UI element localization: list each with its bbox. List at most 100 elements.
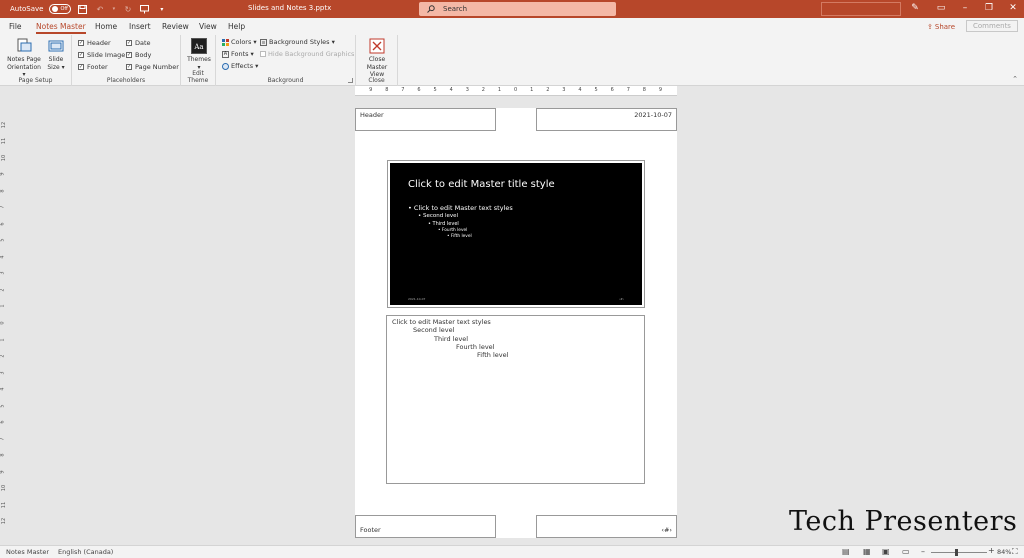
slide-size-button[interactable]: Slide Size ▾ <box>44 38 68 71</box>
reading-view-icon[interactable]: ▣ <box>882 547 890 556</box>
body-level-2: Second level <box>413 326 455 334</box>
ruler-tick-label: 7 <box>0 437 6 441</box>
undo-dropdown-icon[interactable]: ▾ <box>111 4 116 15</box>
group-label-placeholders: Placeholders <box>106 77 146 84</box>
title-bar: AutoSave Off ↶ ▾ ↻ ▾ Slides and Notes 3.… <box>0 0 1024 18</box>
slideshow-icon[interactable]: ▭ <box>902 547 910 556</box>
ruler-tick-label: 6 <box>0 420 6 424</box>
autosave-toggle[interactable]: Off <box>49 4 72 14</box>
dropdown-icon: ▾ <box>253 38 257 46</box>
slide-level-3: • Third level <box>428 221 459 227</box>
redo-icon[interactable]: ↻ <box>122 4 133 15</box>
search-box[interactable]: Search <box>419 2 616 16</box>
zoom-level[interactable]: 84% <box>997 548 1011 556</box>
themes-icon: Aa <box>191 38 207 54</box>
fonts-button[interactable]: A Fonts ▾ <box>222 50 254 58</box>
status-bar: Notes Master English (Canada) ▤ ▦ ▣ ▭ – … <box>0 545 1024 558</box>
ruler-tick-label: 11 <box>1 137 8 145</box>
ruler-tick-label: 2 <box>0 288 6 292</box>
ruler-tick-label: 3 <box>465 87 469 93</box>
tab-view[interactable]: View <box>199 22 217 31</box>
ruler-tick-label: 8 <box>642 87 646 93</box>
header-checkbox[interactable]: ✓ Header <box>78 39 111 47</box>
zoom-out-icon[interactable]: – <box>921 547 925 556</box>
tab-help[interactable]: Help <box>228 22 245 31</box>
ruler-tick-label: 7 <box>0 205 6 209</box>
body-checkbox[interactable]: ✓ Body <box>126 51 151 59</box>
ruler-tick-label: 12 <box>1 121 8 128</box>
slide-sorter-icon[interactable]: ▦ <box>863 547 871 556</box>
search-icon <box>427 5 435 13</box>
page-number-text: ‹#› <box>661 526 672 534</box>
hide-background-graphics-checkbox[interactable]: Hide Background Graphics <box>260 50 354 58</box>
body-level-4: Fourth level <box>456 343 495 351</box>
pen-icon[interactable]: ✎ <box>908 3 922 13</box>
tab-file[interactable]: File <box>9 22 22 31</box>
account-area[interactable] <box>821 2 901 16</box>
tab-notes-master[interactable]: Notes Master <box>36 22 86 34</box>
ruler-tick-label: 4 <box>449 87 453 93</box>
footer-text: Footer <box>360 526 381 534</box>
status-language[interactable]: English (Canada) <box>58 548 113 556</box>
colors-button[interactable]: Colors ▾ <box>222 38 257 46</box>
fonts-icon: A <box>222 50 229 58</box>
slide-image-checkbox[interactable]: ✓ Slide Image <box>78 51 125 59</box>
body-placeholder[interactable]: Click to edit Master text styles Second … <box>386 315 645 484</box>
dropdown-icon: ▾ <box>250 50 254 58</box>
close-master-view-button[interactable]: Close Master View <box>359 38 395 79</box>
themes-button[interactable]: Aa Themes ▾ <box>185 38 213 71</box>
background-dialog-launcher-icon[interactable] <box>348 78 353 83</box>
ruler-tick-label: 8 <box>385 87 389 93</box>
orientation-icon <box>17 38 32 52</box>
collapse-ribbon-icon[interactable]: ⌃ <box>1012 75 1018 83</box>
watermark: Tech Presenters <box>789 506 1018 537</box>
notes-page-orientation-button[interactable]: Notes Page Orientation ▾ <box>6 38 42 79</box>
tab-home[interactable]: Home <box>95 22 117 31</box>
tab-review[interactable]: Review <box>162 22 189 31</box>
customize-qat-icon[interactable]: ▾ <box>156 4 167 15</box>
zoom-in-icon[interactable]: + <box>988 546 995 555</box>
minimize-icon[interactable]: – <box>958 3 972 13</box>
group-background: Colors ▾ A Fonts ▾ Effects ▾ Background Sty… <box>216 35 356 86</box>
body-level-1: Click to edit Master text styles <box>392 318 491 326</box>
zoom-slider[interactable] <box>931 552 987 553</box>
ribbon-display-options-icon[interactable]: ▭ <box>934 3 948 13</box>
ruler-tick-label: 6 <box>417 87 421 93</box>
dropdown-icon: ▾ <box>331 38 335 46</box>
tab-insert[interactable]: Insert <box>129 22 151 31</box>
page-number-placeholder[interactable]: ‹#› <box>536 515 677 538</box>
ruler-tick-label: 9 <box>0 172 6 176</box>
close-window-icon[interactable]: ✕ <box>1006 3 1020 13</box>
zoom-slider-thumb[interactable] <box>955 549 958 556</box>
comments-button[interactable]: Comments <box>966 20 1018 32</box>
restore-icon[interactable]: ❐ <box>982 3 996 13</box>
document-title: Slides and Notes 3.pptx <box>248 4 332 12</box>
slide-image-placeholder[interactable]: Click to edit Master title style • Click… <box>387 160 645 308</box>
effects-button[interactable]: Effects ▾ <box>222 62 258 70</box>
share-button[interactable]: ⇪ Share <box>927 21 962 32</box>
slide-footer-date: 2021-10-07 <box>408 297 426 301</box>
ruler-tick-label: 3 <box>0 371 6 375</box>
fit-slide-icon[interactable]: ⛶ <box>1012 547 1018 557</box>
horizontal-ruler: 9 8 7 6 5 4 3 2 1 0 1 2 3 4 5 6 7 8 9 <box>355 86 677 96</box>
header-placeholder[interactable]: Header <box>355 108 496 131</box>
normal-view-icon[interactable]: ▤ <box>842 547 850 556</box>
ruler-tick-label: 0 <box>0 321 6 325</box>
start-from-beginning-icon[interactable] <box>139 4 150 15</box>
group-label-close: Close <box>368 77 385 84</box>
date-checkbox[interactable]: ✓ Date <box>126 39 151 47</box>
page-number-checkbox[interactable]: ✓ Page Number <box>126 63 179 71</box>
ruler-tick-label: 9 <box>369 87 373 93</box>
background-styles-button[interactable]: Background Styles ▾ <box>260 38 335 46</box>
header-text: Header <box>360 111 384 119</box>
ruler-tick-label: 2 <box>481 87 485 93</box>
ribbon-tabs: File Notes Master Home Insert Review Vie… <box>0 18 1024 35</box>
body-level-5: Fifth level <box>477 351 509 359</box>
undo-icon[interactable]: ↶ <box>94 4 105 15</box>
slide-size-icon <box>48 40 64 52</box>
footer-checkbox[interactable]: ✓ Footer <box>78 63 108 71</box>
footer-placeholder[interactable]: Footer <box>355 515 496 538</box>
save-icon[interactable] <box>77 4 88 15</box>
ruler-tick-label: 6 <box>0 222 6 226</box>
date-placeholder[interactable]: 2021-10-07 <box>536 108 677 131</box>
